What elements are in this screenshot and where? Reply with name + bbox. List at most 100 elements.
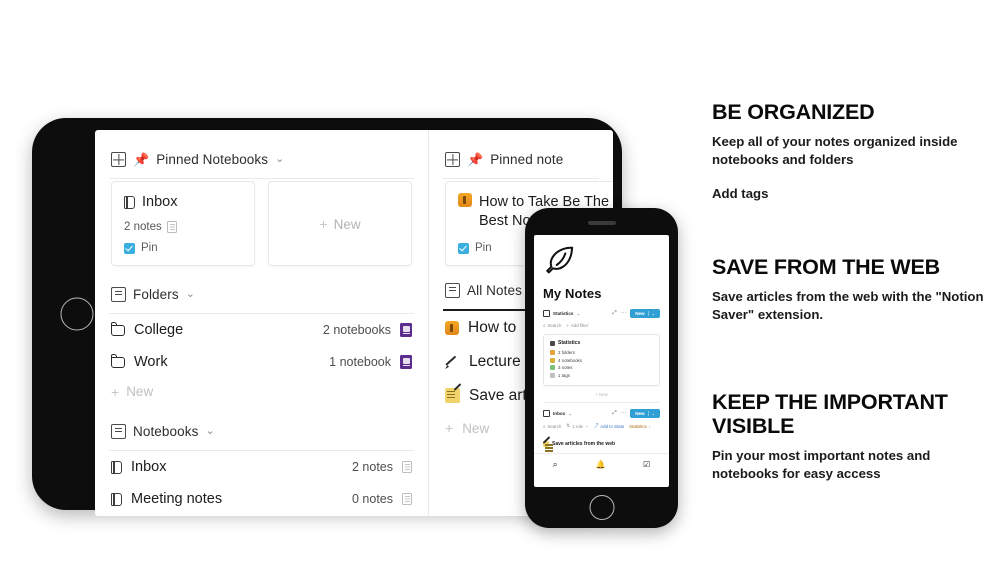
search-chip[interactable]: ⌕ Search	[543, 323, 561, 328]
phone-toolbar-2: Inbox ⌄ ⤢ ⋯ New ⌄	[541, 403, 662, 423]
pinned-notebooks-cards: Inbox 2 notes Pin + New	[109, 179, 414, 270]
copy-body: Pin your most important notes and notebo…	[712, 448, 931, 482]
tablet-left-pane: 📌 Pinned Notebooks ⌄ Inbox 2 notes Pin +…	[95, 130, 428, 516]
statistics-value: 2 folders	[558, 350, 575, 355]
phone-new-row[interactable]: + New	[541, 386, 662, 402]
search-chip-2[interactable]: ⌕ Search	[543, 424, 561, 429]
tablet-home-button[interactable]	[60, 297, 94, 331]
chevron-down-icon[interactable]: ⌄	[568, 411, 572, 417]
search-label-2: Search	[547, 423, 562, 429]
folder-row[interactable]: College 2 notebooks	[109, 314, 414, 346]
note-badge-icon	[402, 461, 412, 473]
filter-icon: ⇅	[566, 423, 571, 429]
chevron-down-icon[interactable]: ⌄	[647, 311, 655, 316]
statistics-row: 4 notebooks	[550, 357, 653, 363]
card-pin-row[interactable]: Pin	[124, 242, 242, 254]
notebook-count: 0 notes	[351, 492, 393, 506]
chevron-down-icon[interactable]: ⌄	[647, 411, 655, 417]
feather-icon	[543, 243, 662, 282]
chevron-down-icon[interactable]: ⌄	[275, 154, 284, 165]
folder-icon	[110, 353, 125, 368]
search-label: Search	[547, 323, 562, 328]
phone-toolbar: Statistics ⌄ ⤢ ⋯ New ⌄	[541, 309, 662, 323]
card-meta-row: 2 notes	[124, 221, 242, 233]
pinned-note-header[interactable]: 📌 Pinned note	[443, 130, 599, 178]
phone-home-button[interactable]	[589, 495, 614, 520]
expand-icon[interactable]: ⤢	[612, 410, 616, 417]
note-title: How to	[468, 318, 517, 336]
notebook-row[interactable]: Inbox 2 notes	[109, 451, 414, 483]
grid-icon	[445, 152, 460, 167]
chevron-down-icon[interactable]: ⌄	[205, 426, 214, 437]
copy-heading: KEEP THE IMPORTANT VISIBLE	[712, 390, 948, 439]
copy-heading: SAVE FROM THE WEB	[712, 255, 940, 279]
folder-icon	[110, 321, 125, 336]
statistics-value: 3 notes	[558, 365, 573, 371]
add-filter-chip[interactable]: + Add filter	[566, 323, 588, 328]
chevron-down-icon[interactable]: ⌄	[186, 289, 195, 300]
phone-page-title: My Notes	[543, 286, 602, 301]
ellipsis-icon[interactable]: ⋯	[621, 311, 627, 317]
folder-count: 1 notebook	[329, 355, 391, 369]
rule-chip[interactable]: ⇅ 1 rule ⌄	[566, 423, 588, 429]
notebook-row[interactable]: Subject 1 1 note	[109, 515, 414, 516]
pencil-icon	[445, 354, 460, 369]
pinned-notebook-count: 2 notes	[124, 221, 162, 233]
statistics-title: Statistics	[558, 340, 581, 346]
divider	[443, 178, 599, 179]
statistics-card-header: Statistics	[550, 340, 653, 346]
pin-checkbox[interactable]	[458, 242, 469, 254]
new-button[interactable]: New ⌄	[630, 309, 660, 318]
copy-body: Save articles from the web with the "Not…	[712, 289, 984, 323]
statistics-row: 1 tags	[550, 372, 653, 378]
tags-swatch-icon	[550, 372, 555, 378]
compose-icon[interactable]: ☑	[643, 460, 650, 469]
new-folder-row[interactable]: + New	[109, 378, 414, 407]
new-card-label: New	[333, 216, 361, 232]
database-icon	[543, 410, 550, 418]
pinned-notebooks-title: Pinned Notebooks	[156, 152, 269, 167]
notebook-name: Meeting notes	[131, 491, 223, 507]
chevron-right-icon: ›	[648, 423, 651, 429]
list-icon	[111, 287, 126, 302]
note-badge-icon	[402, 493, 412, 505]
expand-icon[interactable]: ⤢	[612, 310, 616, 317]
search-icon[interactable]: ⌕	[553, 459, 558, 470]
chevron-down-icon[interactable]: ⌄	[576, 311, 580, 317]
database-chip[interactable]: Statistics ⌄	[543, 310, 580, 317]
notebook-row[interactable]: Meeting notes 0 notes	[109, 483, 414, 515]
memo-icon	[543, 441, 553, 448]
copy-block-save-from-web: SAVE FROM THE WEB Save articles from the…	[712, 255, 997, 325]
folder-row[interactable]: Work 1 notebook	[109, 346, 414, 378]
new-notebook-card[interactable]: + New	[268, 181, 412, 266]
list-icon	[445, 283, 460, 299]
save-articles-row[interactable]: Save articles from the web	[541, 435, 662, 453]
phone-speaker	[587, 221, 616, 225]
database-chip-2[interactable]: Inbox ⌄	[543, 410, 572, 418]
notebooks-header[interactable]: Notebooks ⌄	[109, 407, 414, 450]
sort-value-chip[interactable]: Statistics ›	[629, 424, 650, 429]
plus-icon: +	[445, 420, 454, 437]
statistics-row: 2 folders	[550, 350, 653, 355]
pushpin-icon: 📌	[467, 152, 484, 167]
statistics-card[interactable]: Statistics 2 folders 4 notebooks 3 notes…	[543, 334, 660, 387]
pinned-notebooks-header[interactable]: 📌 Pinned Notebooks ⌄	[109, 130, 414, 178]
save-articles-label: Save articles from the web	[552, 441, 616, 448]
copy-heading: BE ORGANIZED	[712, 100, 875, 124]
notebook-icon	[111, 460, 122, 474]
sort-chip[interactable]: ⤴ Add to Stats	[594, 423, 624, 429]
folders-title: Folders	[133, 287, 179, 302]
pinned-notebook-card[interactable]: Inbox 2 notes Pin	[111, 181, 255, 266]
new-button-2[interactable]: New ⌄	[630, 409, 660, 419]
pin-checkbox[interactable]	[124, 242, 135, 254]
plus-icon: +	[595, 392, 598, 398]
notebook-badge-icon	[400, 355, 412, 369]
pin-label: Pin	[141, 242, 158, 254]
pinned-notebook-name: Inbox	[142, 194, 178, 210]
note-badge-icon	[166, 221, 177, 233]
plus-icon: +	[319, 216, 328, 232]
ellipsis-icon[interactable]: ⋯	[621, 411, 627, 417]
notebooks-title: Notebooks	[133, 424, 199, 439]
bell-icon[interactable]: 🔔	[595, 460, 605, 469]
folders-header[interactable]: Folders ⌄	[109, 270, 414, 313]
